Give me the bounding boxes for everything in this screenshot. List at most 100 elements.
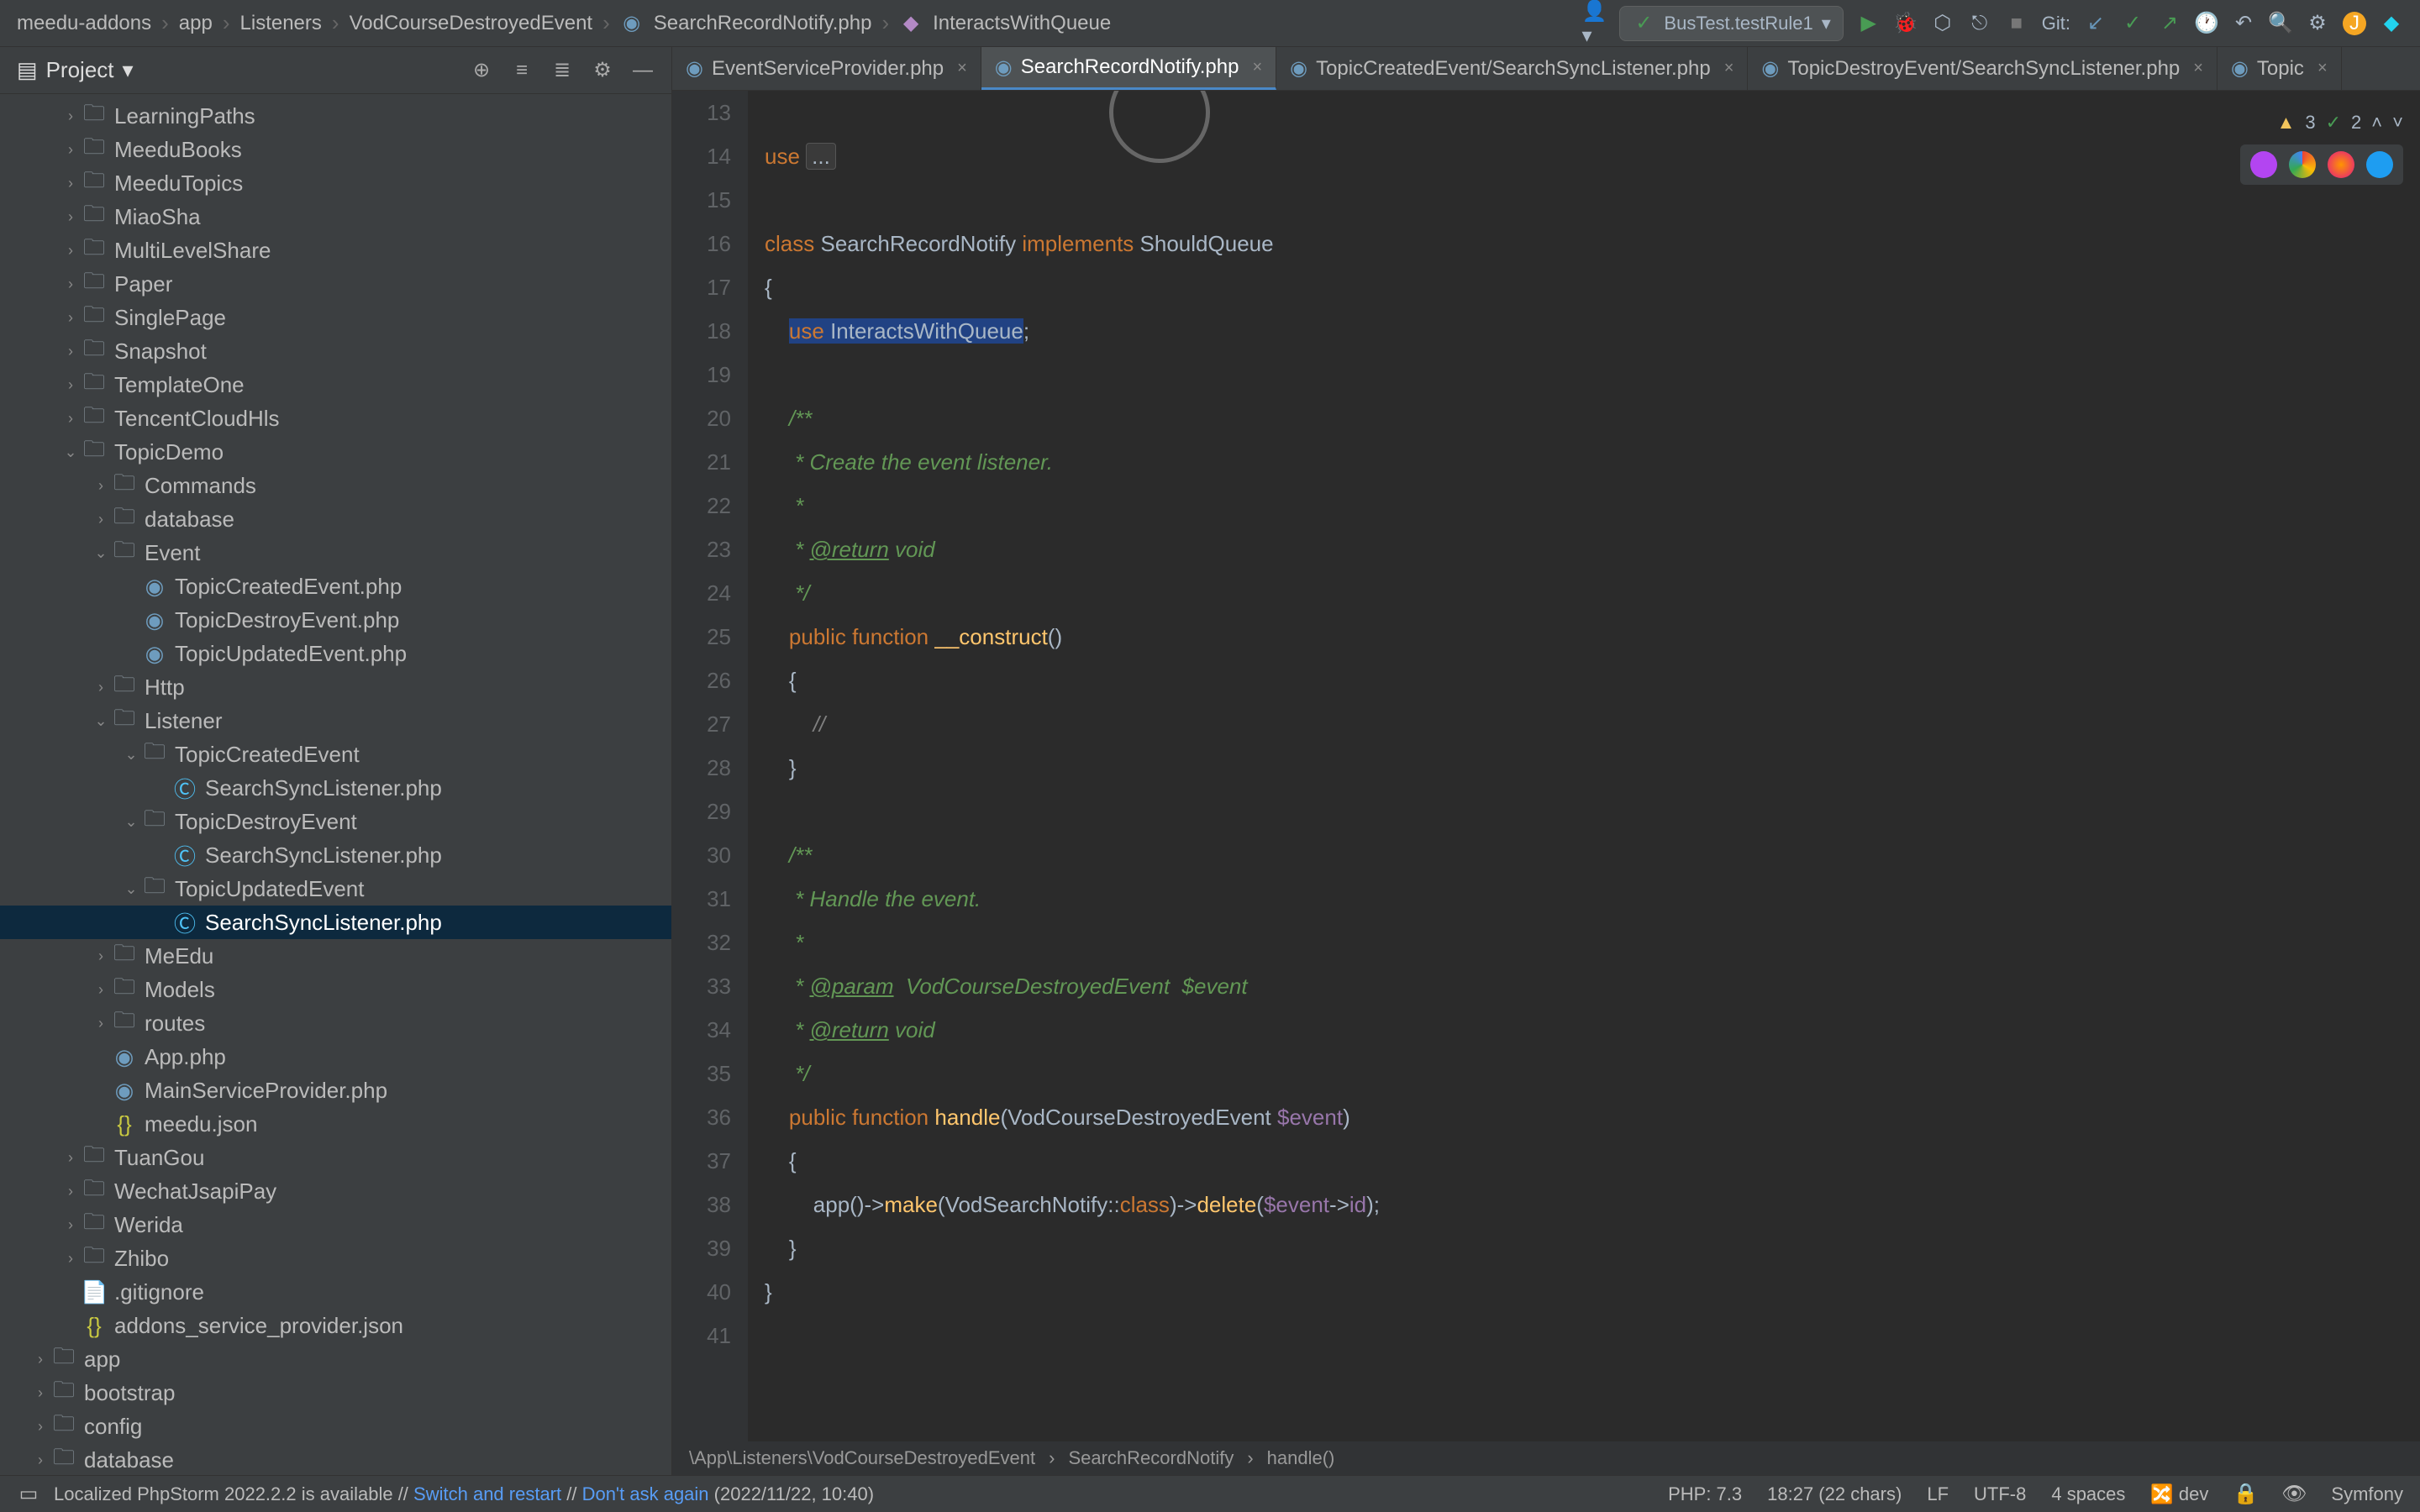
editor-tab[interactable]: ◉SearchRecordNotify.php× [981,47,1276,90]
inspections-widget[interactable]: ▲3 ✓2 ˄ ˅ [2277,101,2403,144]
firefox-icon[interactable] [2328,151,2354,178]
tree-item[interactable]: ›🗀MeeduTopics [0,166,671,200]
php-version[interactable]: PHP: 7.3 [1668,1483,1742,1505]
tree-item[interactable]: ›🗀database [0,502,671,536]
close-icon[interactable]: × [957,59,967,78]
stop-icon[interactable]: ■ [2005,12,2028,35]
breadcrumb-item[interactable]: handle() [1267,1447,1335,1469]
editor-tab[interactable]: ◉TopicCreatedEvent/SearchSyncListener.ph… [1276,47,1748,90]
tree-item[interactable]: ◉App.php [0,1040,671,1074]
tree-item[interactable]: ⌄🗀TopicUpdatedEvent [0,872,671,906]
breadcrumb-item[interactable]: SearchRecordNotify [1068,1447,1234,1469]
breadcrumb-item[interactable]: InteractsWithQueue [933,12,1111,35]
tree-item[interactable]: ›🗀TemplateOne [0,368,671,402]
switch-restart-link[interactable]: Switch and restart [413,1483,561,1504]
collapse-icon[interactable]: ≣ [550,59,574,82]
avatar-icon[interactable]: J [2343,12,2366,35]
tree-item[interactable]: ›🗀Zhibo [0,1242,671,1275]
tree-item[interactable]: ›🗀Http [0,670,671,704]
locate-icon[interactable]: ⊕ [470,59,493,82]
breadcrumb-item[interactable]: VodCourseDestroyedEvent [350,12,593,35]
safari-icon[interactable] [2366,151,2393,178]
tree-item[interactable]: ⌄🗀Listener [0,704,671,738]
tree-item[interactable]: ›🗀LearningPaths [0,99,671,133]
tree-item[interactable]: ›🗀WechatJsapiPay [0,1174,671,1208]
inspect-icon[interactable]: 👁 [2282,1483,2306,1506]
tree-item[interactable]: ◉TopicUpdatedEvent.php [0,637,671,670]
git-update-icon[interactable]: ↙ [2084,12,2107,35]
breadcrumb-item[interactable]: app [179,12,213,35]
tree-item[interactable]: ⌄🗀TopicDestroyEvent [0,805,671,838]
code-content[interactable]: ▲3 ✓2 ˄ ˅ use ... class SearchRecordNoti… [748,91,2420,1441]
breadcrumb-item[interactable]: \App\Listeners\VodCourseDestroyedEvent [689,1447,1035,1469]
tree-item[interactable]: ›🗀TencentCloudHls [0,402,671,435]
debug-icon[interactable]: 🐞 [1894,12,1918,35]
chrome-icon[interactable] [2289,151,2316,178]
tree-item[interactable]: ⌄🗀TopicDemo [0,435,671,469]
close-icon[interactable]: × [2193,59,2203,78]
close-icon[interactable]: × [1724,59,1734,78]
coverage-icon[interactable]: ⬡ [1931,12,1954,35]
breadcrumb-item[interactable]: Listeners [240,12,322,35]
user-icon[interactable]: 👤▾ [1582,12,1606,35]
tree-item[interactable]: ›🗀config [0,1410,671,1443]
tree-item[interactable]: ⌄🗀Event [0,536,671,570]
next-icon[interactable]: ˅ [2392,101,2403,144]
tree-item[interactable]: ›🗀SinglePage [0,301,671,334]
tree-item[interactable]: ›🗀database [0,1443,671,1475]
tree-item[interactable]: ⌄🗀TopicCreatedEvent [0,738,671,771]
tree-item[interactable]: ›🗀Werida [0,1208,671,1242]
tree-item[interactable]: ›🗀TuanGou [0,1141,671,1174]
tree-item[interactable]: ⒸSearchSyncListener.php [0,838,671,872]
tree-item[interactable]: ›🗀routes [0,1006,671,1040]
git-branch[interactable]: 🔀 dev [2150,1483,2208,1505]
tree-item[interactable]: ◉TopicDestroyEvent.php [0,603,671,637]
tree-item[interactable]: ›🗀Paper [0,267,671,301]
editor-tab[interactable]: ◉EventServiceProvider.php× [672,47,981,90]
tree-item[interactable]: 📄.gitignore [0,1275,671,1309]
git-rollback-icon[interactable]: ↶ [2232,12,2255,35]
profile-icon[interactable]: ⎋ [1968,12,1991,35]
project-title[interactable]: ▤ Project ▾ [17,57,134,83]
tree-item[interactable]: ⒸSearchSyncListener.php [0,771,671,805]
caret-position[interactable]: 18:27 (22 chars) [1767,1483,1902,1505]
settings-icon[interactable]: ⚙ [2306,12,2329,35]
close-icon[interactable]: × [1252,58,1262,77]
tree-item[interactable]: ›🗀Models [0,973,671,1006]
hide-icon[interactable]: — [631,59,655,82]
git-push-icon[interactable]: ↗ [2158,12,2181,35]
tree-item[interactable]: ›🗀Commands [0,469,671,502]
tree-item[interactable]: ›🗀MiaoSha [0,200,671,234]
project-tree[interactable]: ›🗀LearningPaths›🗀MeeduBooks›🗀MeeduTopics… [0,94,671,1475]
breadcrumb-item[interactable]: SearchRecordNotify.php [654,12,872,35]
tree-item[interactable]: ›🗀app [0,1342,671,1376]
lock-icon[interactable]: 🔒 [2233,1483,2257,1506]
ide-icon[interactable]: ◆ [2380,12,2403,35]
phpstorm-icon[interactable] [2250,151,2277,178]
tree-item[interactable]: ◉MainServiceProvider.php [0,1074,671,1107]
search-icon[interactable]: 🔍 [2269,12,2292,35]
line-ending[interactable]: LF [1927,1483,1949,1505]
git-history-icon[interactable]: 🕐 [2195,12,2218,35]
notification-icon[interactable]: ▭ [17,1483,40,1506]
tree-item[interactable]: ›🗀MeEdu [0,939,671,973]
code-editor[interactable]: 1314151617181920212223242526272829303132… [672,91,2420,1441]
run-configuration-selector[interactable]: ✓ BusTest.testRule1 ▾ [1619,6,1843,41]
tree-item[interactable]: ›🗀MeeduBooks [0,133,671,166]
tree-item[interactable]: {}addons_service_provider.json [0,1309,671,1342]
git-commit-icon[interactable]: ✓ [2121,12,2144,35]
close-icon[interactable]: × [2317,59,2328,78]
tree-item[interactable]: ›🗀MultiLevelShare [0,234,671,267]
indent[interactable]: 4 spaces [2051,1483,2125,1505]
editor-tab[interactable]: ◉TopicDestroyEvent/SearchSyncListener.ph… [1748,47,2217,90]
dont-ask-link[interactable]: Don't ask again [582,1483,709,1504]
tree-item[interactable]: ›🗀bootstrap [0,1376,671,1410]
run-icon[interactable]: ▶ [1857,12,1881,35]
tree-item[interactable]: ◉TopicCreatedEvent.php [0,570,671,603]
breadcrumb-item[interactable]: meedu-addons [17,12,151,35]
encoding[interactable]: UTF-8 [1974,1483,2026,1505]
prev-icon[interactable]: ˄ [2371,101,2382,144]
settings-icon[interactable]: ⚙ [591,59,614,82]
expand-icon[interactable]: ≡ [510,59,534,82]
tree-item[interactable]: ›🗀Snapshot [0,334,671,368]
